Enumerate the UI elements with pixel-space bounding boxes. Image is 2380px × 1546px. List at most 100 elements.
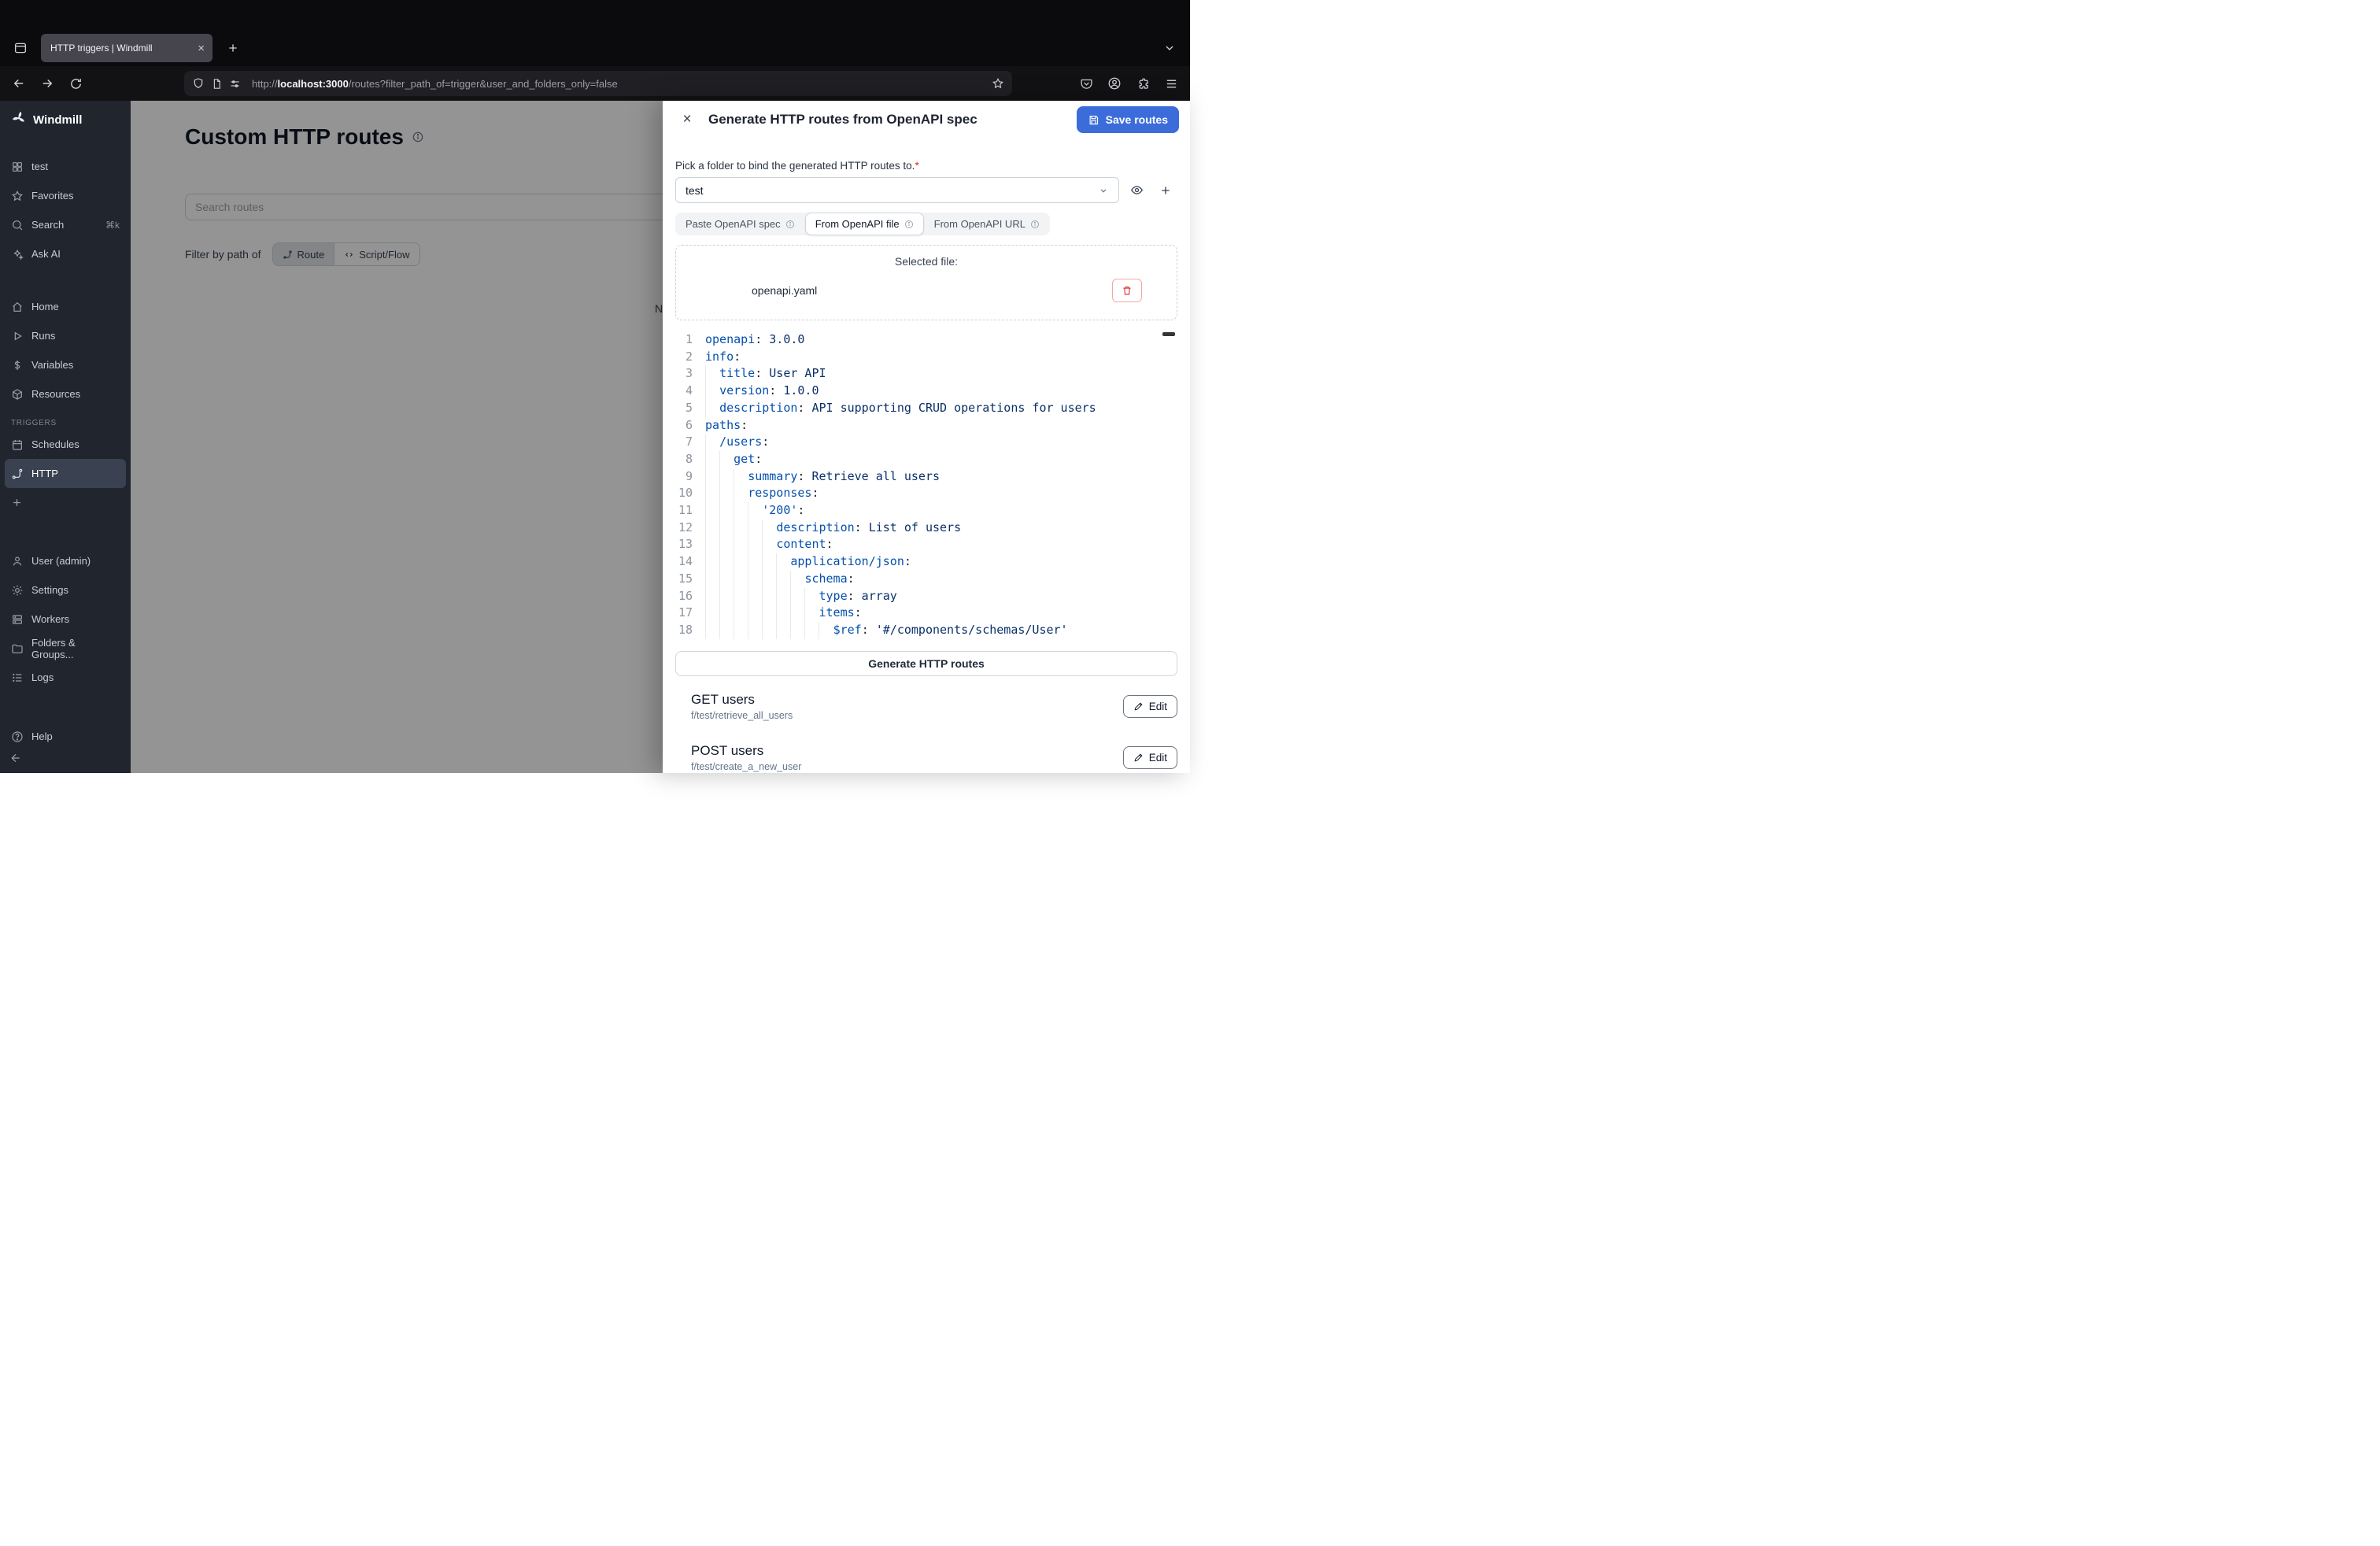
folder-select[interactable]: test	[675, 177, 1119, 203]
sidebar-item-ask-ai[interactable]: Ask AI	[0, 239, 131, 268]
brand-name: Windmill	[33, 113, 82, 127]
generate-http-routes-button[interactable]: Generate HTTP routes	[675, 651, 1177, 676]
indent-guide	[790, 605, 791, 622]
menu-hamburger-icon[interactable]	[1159, 71, 1184, 96]
sidebar-item-user-admin[interactable]: User (admin)	[0, 546, 131, 575]
indent-guide	[762, 571, 763, 588]
tab-strip: HTTP triggers | Windmill ×	[0, 0, 1190, 66]
indent-guide	[762, 588, 763, 605]
url-bar[interactable]: http://localhost:3000/routes?filter_path…	[184, 71, 1012, 96]
delete-file-button[interactable]	[1112, 279, 1142, 302]
new-tab-button[interactable]	[220, 35, 246, 61]
account-icon[interactable]	[1102, 71, 1127, 96]
editor-scrollbar-thumb[interactable]	[1162, 332, 1175, 336]
extensions-puzzle-icon[interactable]	[1130, 71, 1155, 96]
sidebar-item-label: Favorites	[31, 190, 73, 202]
sidebar-item-runs[interactable]: Runs	[0, 321, 131, 350]
line-number: 15	[675, 571, 693, 588]
code-editor[interactable]: 123456789101112131415161718 openapi: 3.0…	[675, 330, 1177, 645]
window-body: Windmill test Favorites Search ⌘k	[0, 101, 1190, 773]
indent-guide	[719, 485, 720, 502]
sidebar-item-http[interactable]: HTTP	[5, 459, 126, 488]
indent-guide	[776, 622, 777, 639]
sidebar-group-help: Help	[0, 722, 131, 751]
indent-guide	[804, 622, 805, 639]
tab-close-icon[interactable]: ×	[198, 43, 205, 54]
code-line: application/json:	[705, 553, 1177, 571]
edit-route-button[interactable]: Edit	[1123, 746, 1177, 769]
sidebar-add-trigger-button[interactable]	[0, 488, 131, 517]
bookmark-star-icon[interactable]	[992, 77, 1004, 90]
pocket-icon[interactable]	[1074, 71, 1099, 96]
logs-icon	[11, 671, 24, 684]
plus-icon	[11, 497, 23, 509]
tab-paste-openapi-spec[interactable]: Paste OpenAPI spec	[675, 213, 805, 235]
permissions-icon[interactable]	[229, 78, 241, 90]
info-circle-icon	[904, 220, 914, 229]
server-icon	[11, 613, 24, 626]
indent-guide	[790, 571, 791, 588]
indent-guide	[705, 485, 706, 502]
sidebar-item-logs[interactable]: Logs	[0, 663, 131, 692]
browser-tab[interactable]: HTTP triggers | Windmill ×	[41, 34, 213, 62]
sidebar-item-label: Folders & Groups...	[31, 637, 120, 660]
line-number: 8	[675, 451, 693, 468]
folder-field-label: Pick a folder to bind the generated HTTP…	[675, 160, 1177, 172]
forward-button[interactable]	[35, 71, 60, 96]
route-path: f/test/retrieve_all_users	[691, 710, 793, 721]
line-number: 17	[675, 605, 693, 622]
firefox-view-button[interactable]	[8, 35, 33, 61]
route-title: POST users	[691, 743, 801, 759]
user-icon	[11, 555, 24, 568]
add-folder-button[interactable]	[1154, 179, 1177, 202]
code-line: get:	[705, 451, 1177, 468]
indent-guide	[705, 622, 706, 639]
indent-guide	[705, 434, 706, 451]
tab-from-openapi-file[interactable]: From OpenAPI file	[805, 213, 924, 235]
dollar-icon	[11, 359, 24, 372]
indent-guide	[705, 400, 706, 417]
sidebar-item-home[interactable]: Home	[0, 292, 131, 321]
code-line: title: User API	[705, 365, 1177, 383]
save-icon	[1088, 114, 1099, 126]
indent-guide	[705, 451, 706, 468]
sidebar-group-workspace: test Favorites Search ⌘k Ask AI	[0, 152, 131, 268]
edit-route-button[interactable]: Edit	[1123, 695, 1177, 718]
indent-guide	[705, 520, 706, 537]
tab-from-openapi-url[interactable]: From OpenAPI URL	[924, 213, 1050, 235]
sidebar-item-schedules[interactable]: Schedules	[0, 430, 131, 459]
sidebar-item-test[interactable]: test	[0, 152, 131, 181]
sidebar-item-variables[interactable]: Variables	[0, 350, 131, 379]
spec-source-tabs: Paste OpenAPI spec From OpenAPI file Fro…	[675, 213, 1050, 235]
line-number: 11	[675, 502, 693, 520]
sidebar-item-workers[interactable]: Workers	[0, 605, 131, 634]
tracking-protection-shield-icon[interactable]	[192, 77, 205, 90]
application-window: HTTP triggers | Windmill ×	[0, 0, 1190, 773]
brand[interactable]: Windmill	[0, 107, 131, 132]
code-line: /users:	[705, 434, 1177, 451]
list-all-tabs-button[interactable]	[1157, 35, 1182, 61]
sidebar-collapse-arrow-icon[interactable]	[9, 752, 22, 768]
sidebar-item-label: Workers	[31, 613, 69, 625]
sidebar-item-label: Resources	[31, 388, 80, 400]
line-number: 7	[675, 434, 693, 451]
sidebar-item-settings[interactable]: Settings	[0, 575, 131, 605]
indent-guide	[719, 588, 720, 605]
sidebar-item-folders-groups[interactable]: Folders & Groups...	[0, 634, 131, 663]
back-button[interactable]	[6, 71, 31, 96]
sidebar-item-help[interactable]: Help	[0, 722, 131, 751]
sidebar-spacer	[0, 517, 131, 546]
sidebar-item-favorites[interactable]: Favorites	[0, 181, 131, 210]
folder-select-row: test	[675, 177, 1177, 203]
reload-button[interactable]	[63, 71, 88, 96]
sidebar-item-label: test	[31, 161, 48, 172]
sidebar-item-resources[interactable]: Resources	[0, 379, 131, 409]
save-routes-button[interactable]: Save routes	[1077, 106, 1179, 133]
line-number: 13	[675, 536, 693, 553]
preview-eye-button[interactable]	[1125, 179, 1148, 202]
close-icon[interactable]: ×	[675, 108, 699, 131]
code-line: '200':	[705, 502, 1177, 520]
sidebar-group-main: Home Runs Variables Resources	[0, 292, 131, 409]
page-info-icon[interactable]	[211, 78, 223, 90]
sidebar-item-search[interactable]: Search ⌘k	[0, 210, 131, 239]
